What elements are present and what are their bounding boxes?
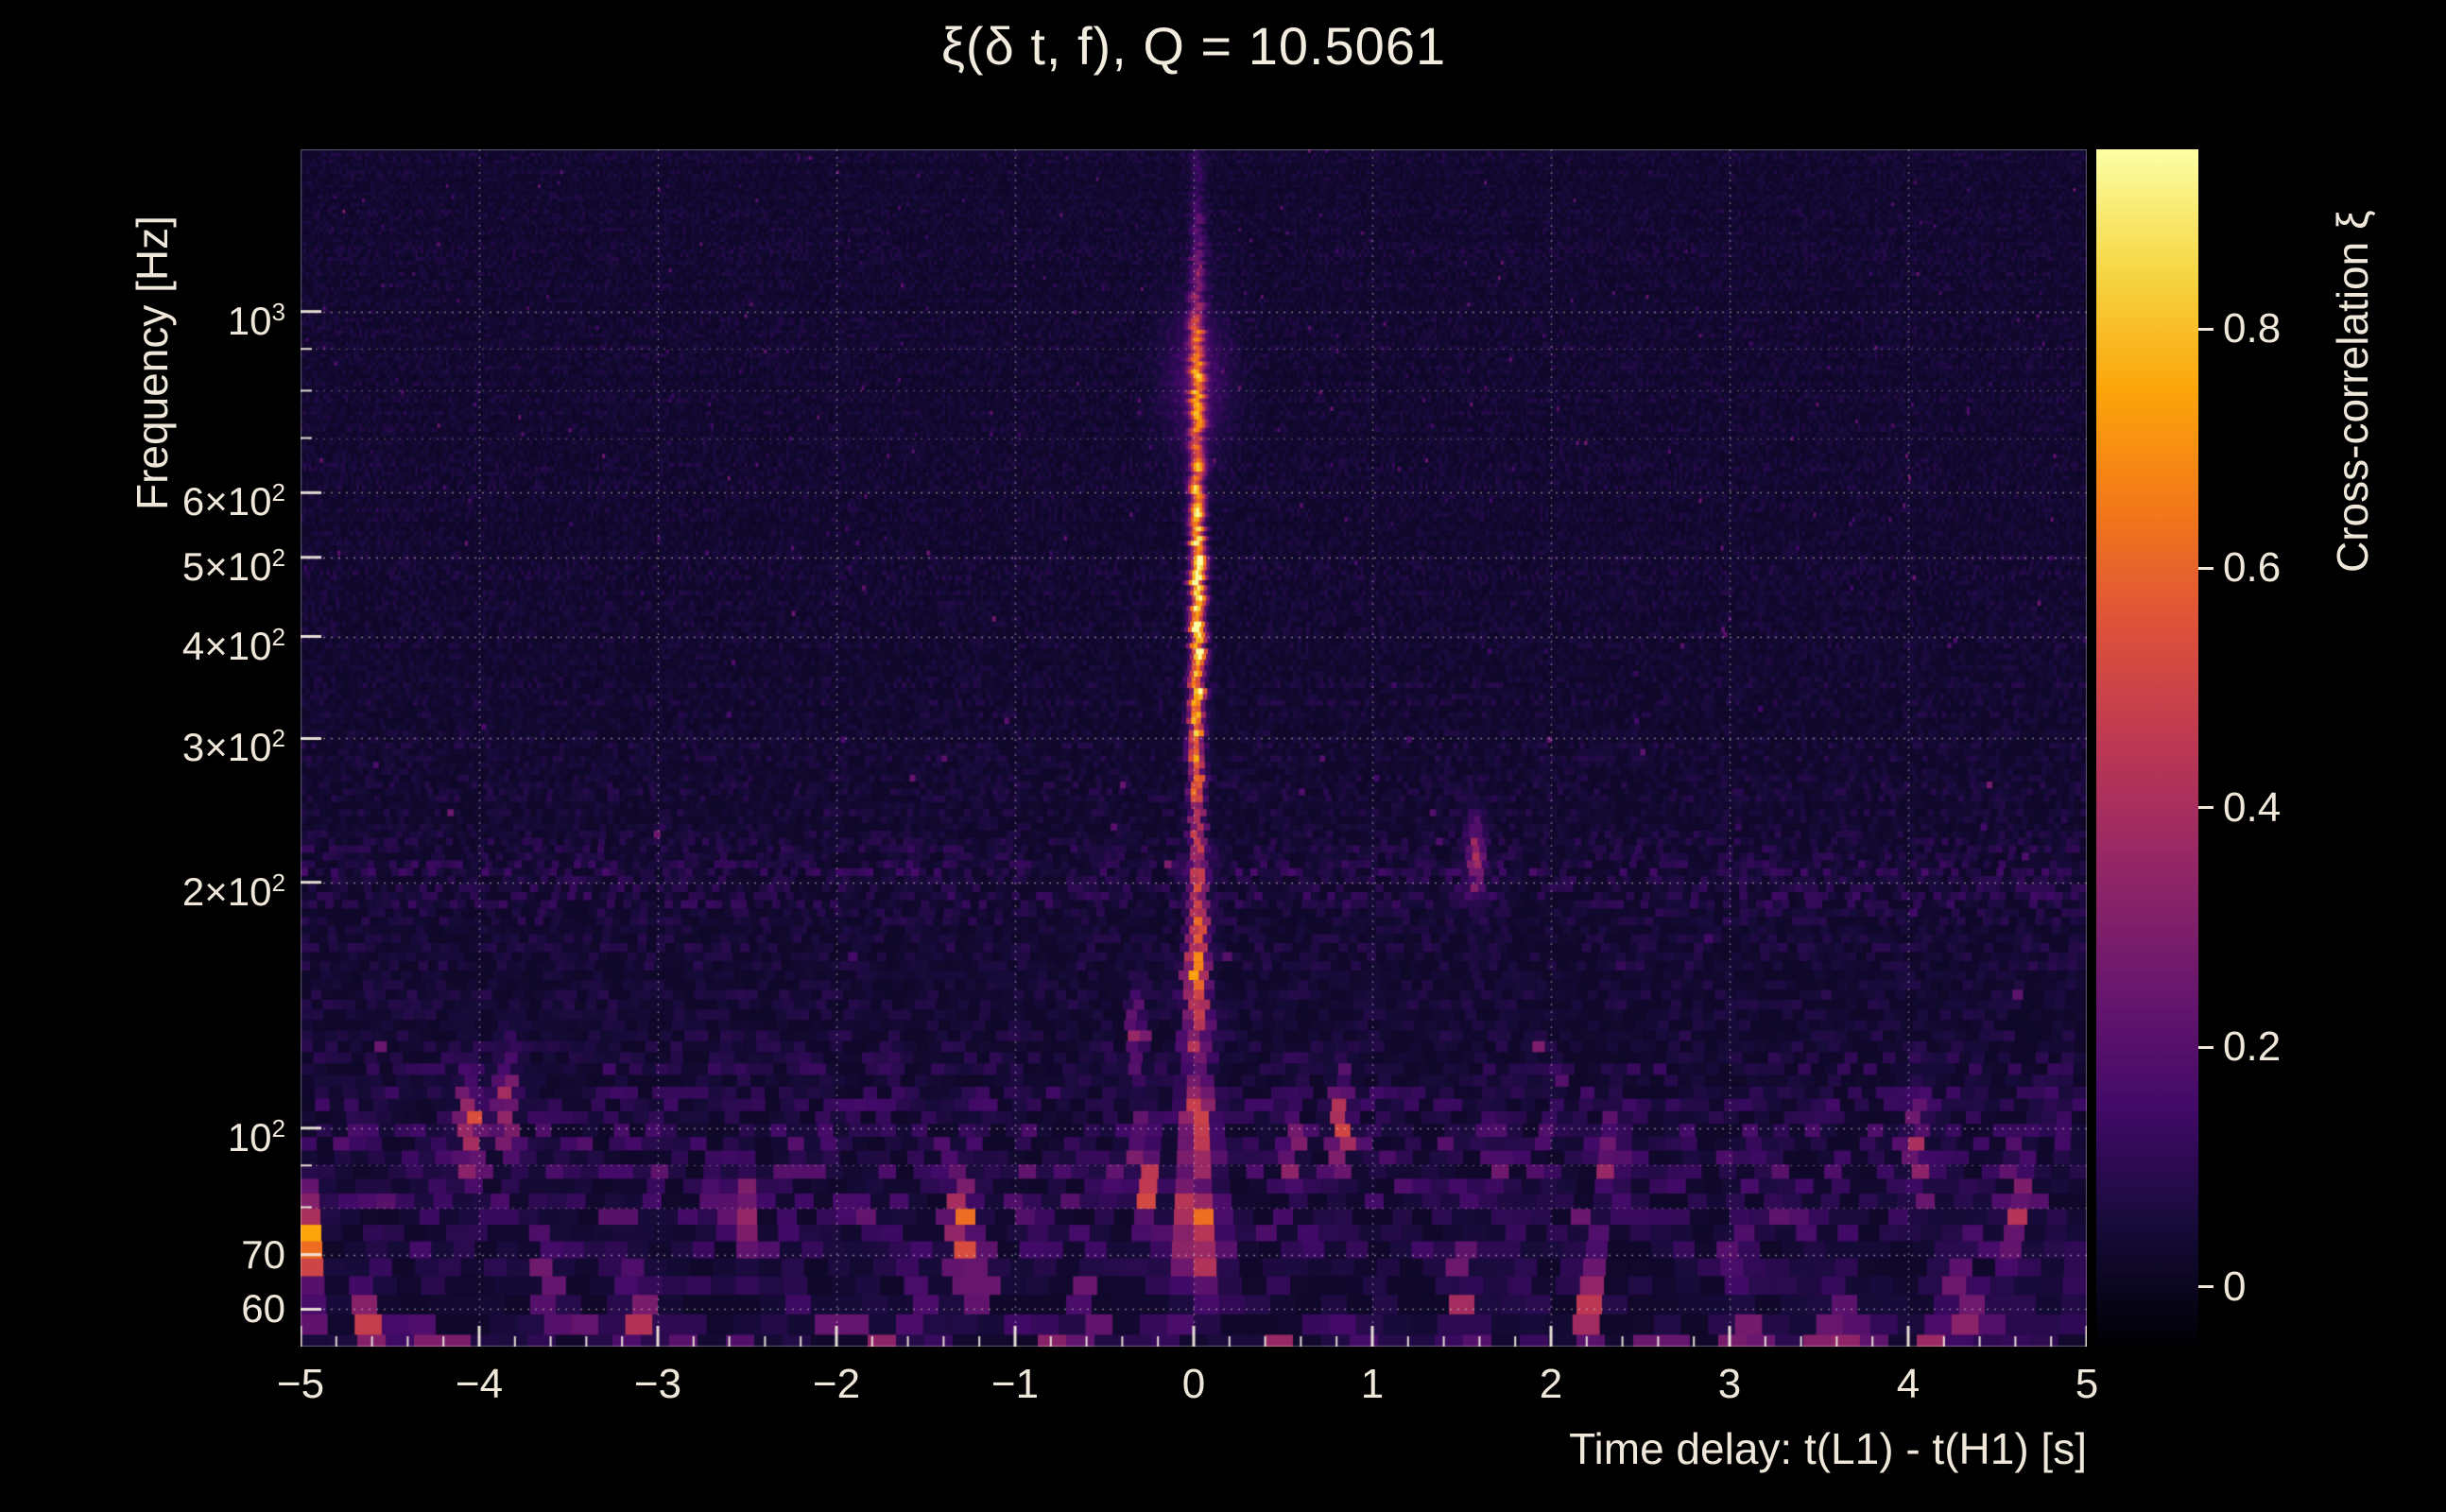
colorbar-tick-label: 0.2 — [2223, 1023, 2282, 1071]
plot-title: ξ(δ t, f), Q = 10.5061 — [940, 16, 1447, 76]
x-tick-label: 2 — [1539, 1361, 1563, 1407]
x-axis-title: Time delay: t(L1) - t(H1) [s] — [1569, 1424, 2087, 1473]
y-tick-label: 103 — [227, 297, 285, 343]
y-tick-label: 102 — [227, 1113, 285, 1160]
y-tick-label: 2×102 — [181, 868, 285, 914]
colorbar-tick-label: 0.8 — [2223, 305, 2282, 352]
colorbar-tick — [2198, 806, 2213, 810]
x-tick-label: −3 — [633, 1361, 682, 1407]
x-tick-label: −1 — [990, 1361, 1040, 1407]
colorbar-tick — [2198, 1285, 2213, 1289]
x-tick-label: 0 — [1181, 1361, 1206, 1407]
x-tick-label: 4 — [1896, 1361, 1921, 1407]
heatmap-canvas — [301, 149, 2087, 1347]
y-tick-label: 5×102 — [181, 542, 285, 589]
x-tick-label: 1 — [1360, 1361, 1385, 1407]
x-tick-label: −4 — [455, 1361, 504, 1407]
x-tick-label: 3 — [1717, 1361, 1742, 1407]
colorbar-title: Cross-correlation ξ — [2328, 210, 2377, 573]
colorbar-tick-label: 0 — [2223, 1263, 2247, 1310]
x-tick-label: 5 — [2075, 1361, 2099, 1407]
y-tick-label: 4×102 — [181, 622, 285, 668]
colorbar-tick-label: 0.4 — [2223, 783, 2282, 831]
x-tick-label: −5 — [276, 1361, 325, 1407]
y-tick-label: 60 — [241, 1286, 285, 1332]
y-tick-label: 6×102 — [181, 478, 285, 524]
y-tick-label: 3×102 — [181, 724, 285, 770]
cross-correlation-spectrogram: ξ(δ t, f), Q = 10.5061 Frequency [Hz] Ti… — [0, 0, 2446, 1512]
colorbar-tick — [2198, 327, 2213, 331]
colorbar-gradient — [2096, 149, 2198, 1347]
colorbar-tick-label: 0.6 — [2223, 544, 2282, 592]
colorbar-tick — [2198, 1045, 2213, 1049]
colorbar-tick — [2198, 566, 2213, 570]
x-tick-label: −2 — [812, 1361, 861, 1407]
y-tick-label: 70 — [241, 1231, 285, 1277]
